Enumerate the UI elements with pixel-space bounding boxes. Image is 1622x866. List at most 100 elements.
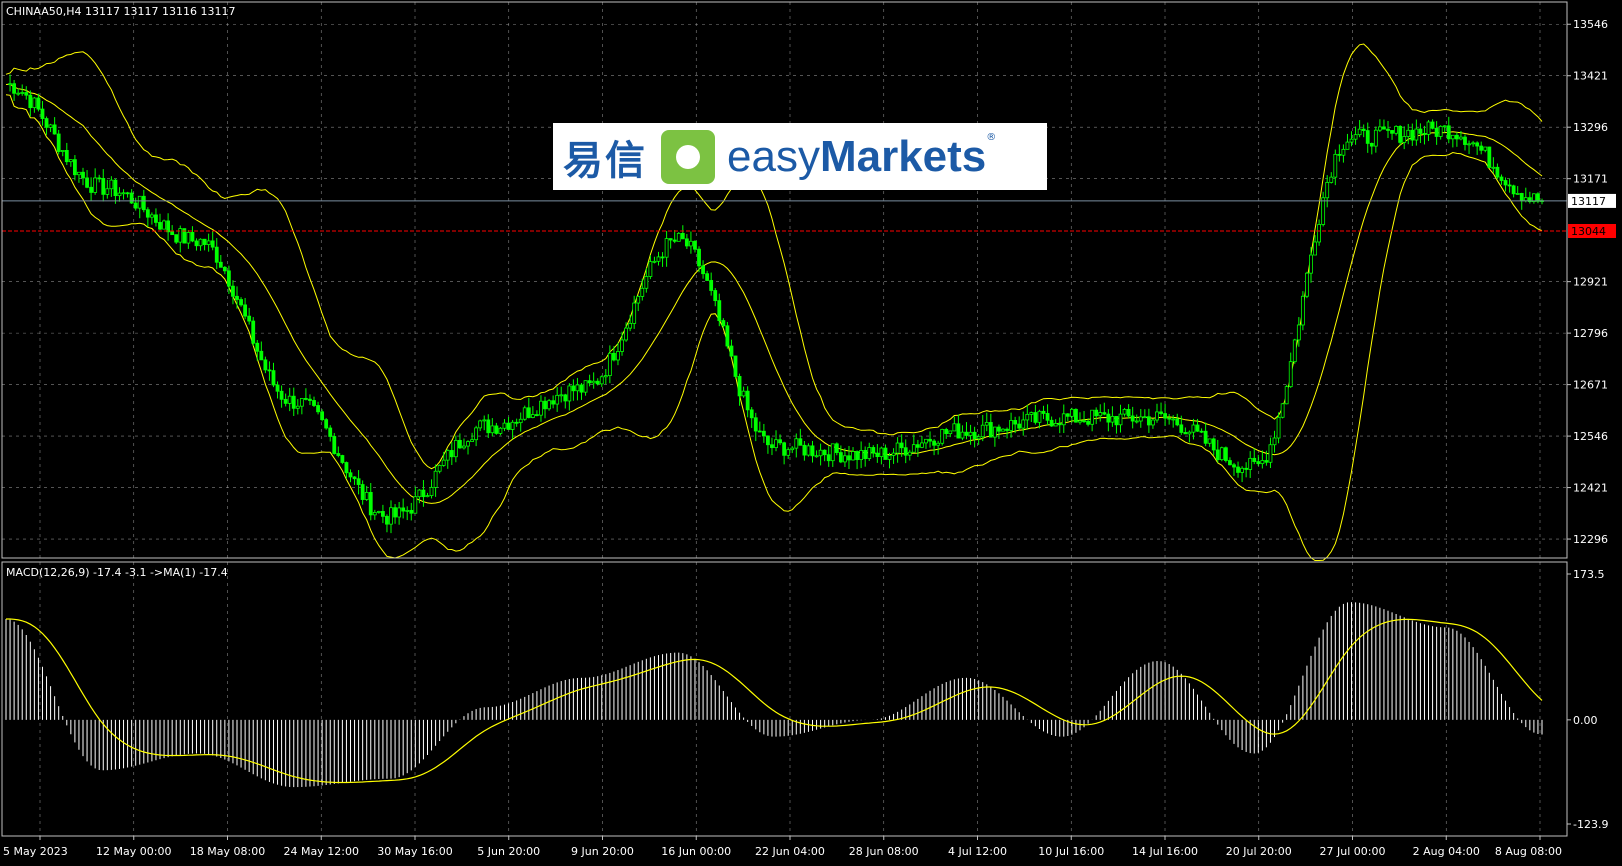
candle-body	[1503, 180, 1508, 186]
candle-body	[1057, 423, 1062, 426]
candle-body	[1256, 461, 1261, 465]
candle-body	[393, 507, 397, 518]
candle-body	[887, 455, 892, 460]
candle-body	[316, 405, 320, 413]
candle-body	[1151, 419, 1155, 426]
candle-body	[1313, 241, 1317, 256]
candle-body	[770, 444, 774, 449]
main-panel-frame	[1, 1, 1568, 559]
candle-body	[1442, 125, 1447, 128]
candle-body	[1025, 413, 1030, 421]
candle-body	[482, 419, 487, 422]
candle-body	[697, 248, 701, 267]
candle-body	[522, 407, 527, 420]
candle-body	[1365, 130, 1370, 144]
candle-body	[1252, 457, 1257, 462]
candle-body	[660, 256, 665, 259]
candle-body	[12, 83, 17, 94]
candle-body	[409, 509, 414, 514]
candle-body	[56, 133, 61, 152]
candle-body	[1219, 447, 1224, 461]
time-axis-label: 2 Aug 04:00	[1413, 845, 1480, 858]
candle-body	[587, 380, 592, 384]
candle-body	[352, 476, 357, 480]
price-tick-label: 12921	[1573, 276, 1608, 289]
candle-body	[526, 407, 531, 418]
candle-body	[1163, 413, 1167, 419]
candle-body	[924, 438, 928, 444]
candle-body	[263, 359, 268, 371]
candle-body	[239, 299, 243, 306]
candle-body	[494, 425, 499, 434]
candle-body	[291, 395, 296, 409]
macd-panel-frame	[1, 561, 1568, 837]
candle-body	[279, 390, 284, 400]
candle-body	[721, 320, 726, 327]
candle-body	[717, 300, 722, 321]
candle-body	[672, 239, 677, 242]
candle-body	[1377, 126, 1382, 131]
candle-body	[891, 452, 896, 456]
candle-body	[859, 450, 864, 461]
candle-body	[1171, 418, 1176, 421]
candle-body	[8, 83, 12, 86]
macd-tick-label: -123.9	[1573, 818, 1608, 831]
candle-body	[915, 444, 920, 448]
time-axis-label: 22 Jun 04:00	[755, 845, 825, 858]
candle-body	[433, 470, 438, 488]
price-tick-label: 12296	[1573, 533, 1608, 546]
candle-body	[295, 405, 300, 409]
candle-body	[304, 398, 308, 400]
candle-body	[267, 369, 272, 372]
candle-body	[652, 260, 657, 263]
candle-body	[1215, 449, 1220, 461]
candle-body	[1118, 413, 1123, 426]
candle-body	[210, 240, 215, 248]
candle-body	[612, 352, 616, 361]
candle-body	[1349, 138, 1354, 143]
candle-body	[826, 454, 831, 462]
candle-body	[1390, 130, 1394, 134]
candle-body	[1353, 134, 1358, 140]
watermark-cn-text: 易信	[563, 137, 647, 184]
candle-body	[425, 495, 430, 498]
time-axis-label: 20 Jul 20:00	[1226, 845, 1292, 858]
candle-body	[1450, 134, 1455, 140]
candle-body	[1305, 272, 1309, 297]
candle-body	[705, 273, 710, 281]
candle-body	[474, 427, 479, 441]
price-tick-label: 12796	[1573, 327, 1608, 340]
candle-body	[579, 384, 584, 393]
candle-body	[336, 453, 341, 456]
candle-body	[174, 234, 179, 243]
trading-chart[interactable]: 13546 13421 13296 13171 12921 12796 12671 12546…	[0, 0, 1622, 862]
candle-body	[251, 320, 256, 344]
candle-body	[133, 202, 138, 209]
candle-body	[344, 462, 349, 474]
candle-body	[539, 400, 543, 416]
candle-body	[1130, 415, 1135, 422]
candle-body	[401, 507, 406, 512]
candle-body	[944, 429, 949, 435]
candle-body	[851, 451, 855, 461]
candle-body	[1005, 428, 1009, 431]
candle-body	[506, 422, 511, 430]
time-axis-label: 14 Jul 16:00	[1132, 845, 1198, 858]
candle-body	[235, 295, 239, 300]
candle-body	[478, 420, 483, 429]
candle-body	[1284, 386, 1289, 405]
candle-body	[822, 449, 827, 456]
easymarkets-logo-icon	[661, 129, 715, 184]
candle-body	[1167, 417, 1172, 420]
price-tick-label: 13296	[1573, 121, 1608, 134]
candle-body	[308, 398, 312, 401]
candle-body	[664, 238, 669, 258]
candle-body	[948, 430, 953, 435]
candle-body	[976, 436, 981, 440]
candle-body	[1029, 412, 1034, 415]
candle-body	[571, 385, 576, 392]
candle-body	[1479, 145, 1484, 151]
time-axis-label: 4 Jul 12:00	[948, 845, 1007, 858]
candle-body	[1499, 176, 1504, 181]
candle-body	[883, 447, 888, 460]
